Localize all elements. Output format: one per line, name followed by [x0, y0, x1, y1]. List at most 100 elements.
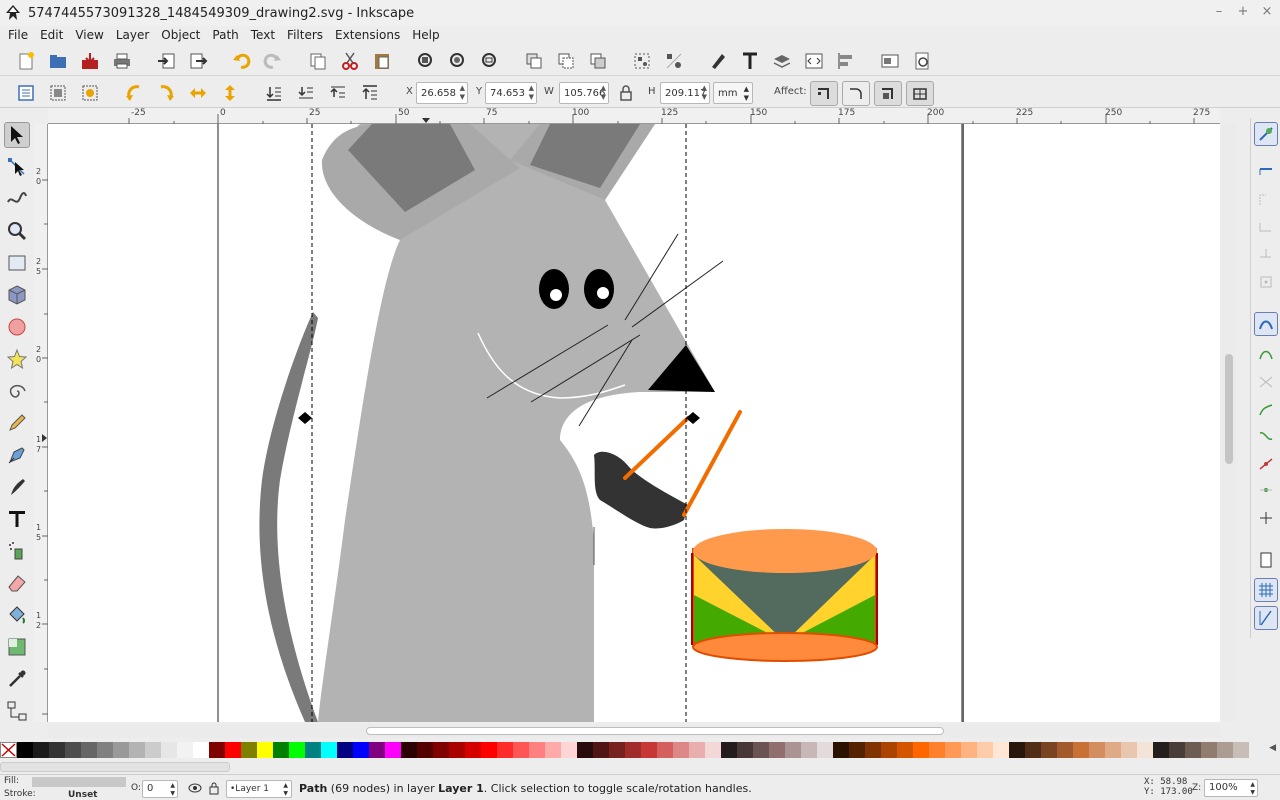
preferences-icon[interactable]: [910, 49, 934, 73]
star-tool-icon[interactable]: [4, 346, 30, 372]
color-swatch[interactable]: [1169, 742, 1185, 758]
vertical-scroll-thumb[interactable]: [1225, 354, 1233, 464]
print-icon[interactable]: [110, 49, 134, 73]
menu-layer[interactable]: Layer: [110, 28, 155, 42]
color-swatch[interactable]: [145, 742, 161, 758]
horizontal-ruler[interactable]: -25 0 25 50 75 100 125 150 175 200 225 2…: [48, 108, 1220, 124]
color-swatch[interactable]: [369, 742, 385, 758]
eraser-tool-icon[interactable]: [4, 570, 30, 596]
color-swatch[interactable]: [1201, 742, 1217, 758]
menu-path[interactable]: Path: [206, 28, 244, 42]
current-layer-select[interactable]: •Layer 1 ▲ ▼: [226, 780, 292, 798]
color-swatch[interactable]: [129, 742, 145, 758]
color-swatch[interactable]: [689, 742, 705, 758]
color-swatch[interactable]: [1041, 742, 1057, 758]
y-field[interactable]: 74.653 ▲ ▼: [485, 82, 537, 104]
stroke-value[interactable]: Unset: [68, 790, 97, 800]
color-swatch[interactable]: [545, 742, 561, 758]
color-swatch[interactable]: [945, 742, 961, 758]
paste-icon[interactable]: [370, 49, 394, 73]
transform-patterns-toggle[interactable]: [906, 81, 934, 106]
color-swatch[interactable]: [1025, 742, 1041, 758]
snap-bbox-corner-icon[interactable]: [1254, 216, 1278, 240]
w-field[interactable]: 105.766 ▲ ▼: [559, 82, 609, 104]
color-swatch[interactable]: [1121, 742, 1137, 758]
snap-enable-icon[interactable]: [1254, 122, 1278, 146]
undo-icon[interactable]: [230, 49, 254, 73]
color-swatch[interactable]: [961, 742, 977, 758]
color-swatch[interactable]: [1009, 742, 1025, 758]
color-swatch[interactable]: [497, 742, 513, 758]
menu-edit[interactable]: Edit: [34, 28, 69, 42]
snap-guides-icon[interactable]: [1254, 606, 1278, 630]
new-document-icon[interactable]: [14, 49, 38, 73]
clone-icon[interactable]: [554, 49, 578, 73]
zoom-tool-icon[interactable]: [4, 218, 30, 244]
layers-icon[interactable]: [770, 49, 794, 73]
color-swatch[interactable]: [1233, 742, 1249, 758]
gradient-tool-icon[interactable]: [4, 634, 30, 660]
color-swatch[interactable]: [913, 742, 929, 758]
palette-swatches[interactable]: [17, 742, 1249, 760]
align-distribute-icon[interactable]: [834, 49, 858, 73]
color-swatch[interactable]: [465, 742, 481, 758]
color-swatch[interactable]: [209, 742, 225, 758]
rotate-ccw-icon[interactable]: [122, 81, 146, 105]
color-swatch[interactable]: [33, 742, 49, 758]
save-icon[interactable]: [78, 49, 102, 73]
menu-view[interactable]: View: [69, 28, 109, 42]
no-paint-swatch-icon[interactable]: [0, 742, 17, 758]
lower-icon[interactable]: [294, 81, 318, 105]
color-swatch[interactable]: [657, 742, 673, 758]
node-tool-icon[interactable]: [4, 154, 30, 180]
color-swatch[interactable]: [785, 742, 801, 758]
color-swatch[interactable]: [417, 742, 433, 758]
horizontal-scrollbar[interactable]: [48, 724, 1220, 738]
snap-paths-icon[interactable]: [1254, 342, 1278, 366]
calligraphy-tool-icon[interactable]: [4, 474, 30, 500]
export-icon[interactable]: [186, 49, 210, 73]
spin-arrows-icon[interactable]: ▲ ▼: [601, 84, 606, 102]
ellipse-tool-icon[interactable]: [4, 314, 30, 340]
color-swatch[interactable]: [97, 742, 113, 758]
color-swatch[interactable]: [577, 742, 593, 758]
raise-to-top-icon[interactable]: [358, 81, 382, 105]
transform-gradients-toggle[interactable]: [874, 81, 902, 106]
color-swatch[interactable]: [81, 742, 97, 758]
color-swatch[interactable]: [833, 742, 849, 758]
color-swatch[interactable]: [113, 742, 129, 758]
import-icon[interactable]: [154, 49, 178, 73]
ungroup-icon[interactable]: [662, 49, 686, 73]
unlink-clone-icon[interactable]: [586, 49, 610, 73]
zoom-field[interactable]: 100% ▲ ▼: [1204, 779, 1258, 797]
3d-box-tool-icon[interactable]: [4, 282, 30, 308]
menu-text[interactable]: Text: [245, 28, 281, 42]
color-swatch[interactable]: [993, 742, 1009, 758]
color-swatch[interactable]: [385, 742, 401, 758]
color-swatch[interactable]: [241, 742, 257, 758]
opacity-field[interactable]: 0 ▲ ▼: [142, 780, 178, 798]
color-swatch[interactable]: [625, 742, 641, 758]
color-swatch[interactable]: [897, 742, 913, 758]
color-swatch[interactable]: [337, 742, 353, 758]
color-swatch[interactable]: [769, 742, 785, 758]
color-swatch[interactable]: [225, 742, 241, 758]
copy-icon[interactable]: [306, 49, 330, 73]
menu-file[interactable]: File: [2, 28, 34, 42]
document-properties-icon[interactable]: [878, 49, 902, 73]
color-swatch[interactable]: [737, 742, 753, 758]
color-swatch[interactable]: [849, 742, 865, 758]
snap-midpoints-icon[interactable]: [1254, 452, 1278, 476]
color-swatch[interactable]: [401, 742, 417, 758]
tweak-tool-icon[interactable]: [4, 186, 30, 212]
snap-bbox-edge-icon[interactable]: [1254, 188, 1278, 212]
rectangle-tool-icon[interactable]: [4, 250, 30, 276]
open-icon[interactable]: [46, 49, 70, 73]
close-button[interactable]: ×: [1260, 4, 1274, 19]
zoom-selection-icon[interactable]: [414, 49, 438, 73]
snap-bbox-center-icon[interactable]: [1254, 270, 1278, 294]
snap-rotation-center-icon[interactable]: [1254, 506, 1278, 530]
text-tool-icon[interactable]: [4, 506, 30, 532]
color-swatch[interactable]: [433, 742, 449, 758]
color-swatch[interactable]: [721, 742, 737, 758]
